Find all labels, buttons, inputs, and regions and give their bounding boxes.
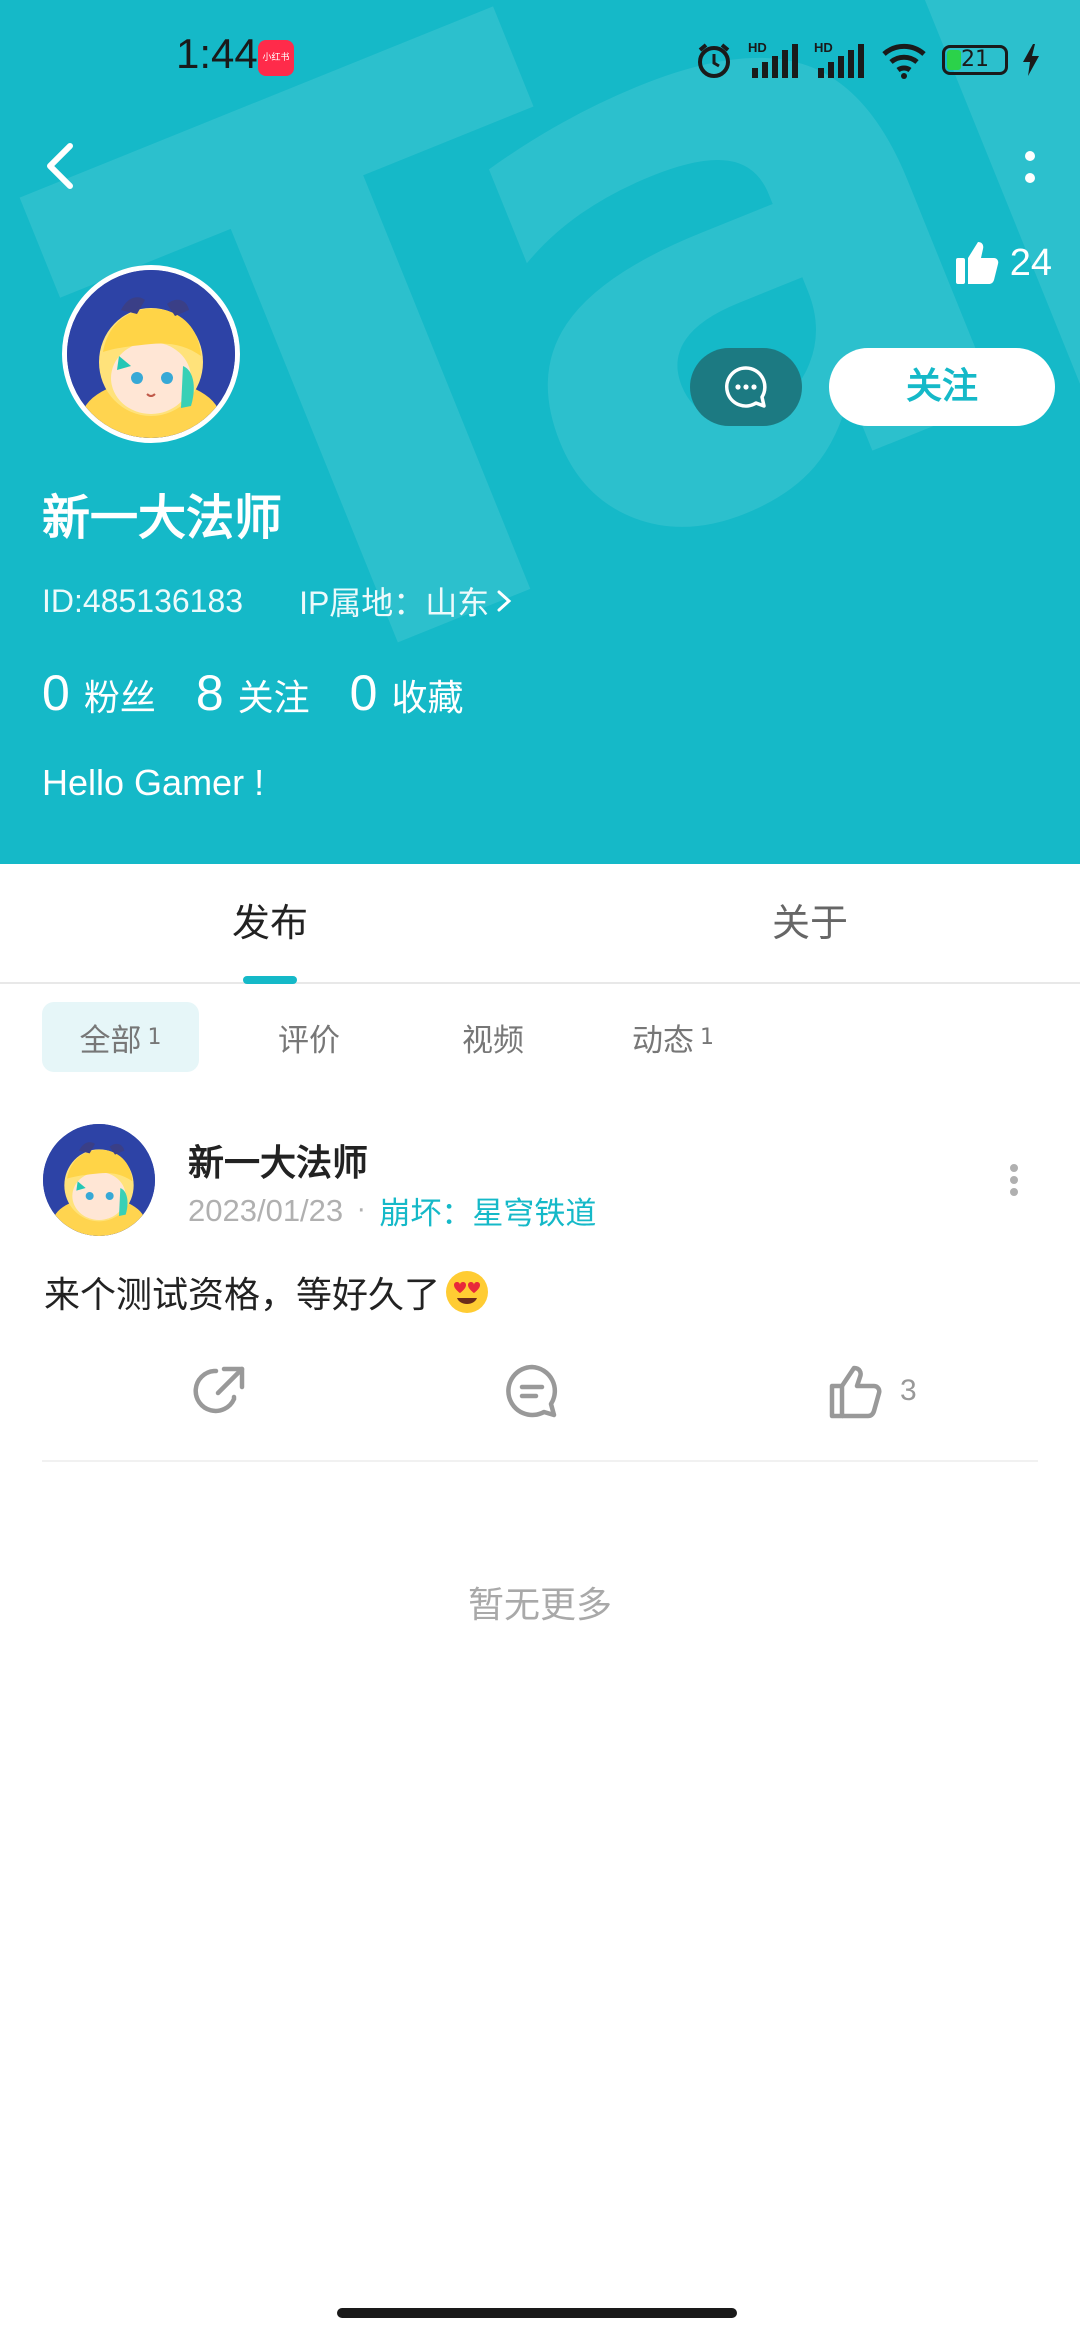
like-count: 3: [900, 1374, 917, 1407]
likes-count: 24: [1009, 241, 1052, 284]
following-count: 8: [195, 665, 224, 721]
profile-stats: 0 粉丝 8 关注 0 收藏: [42, 664, 503, 722]
profile-id-row: ID:485136183 IP属地：山东: [42, 578, 515, 624]
active-tab-indicator: [243, 976, 297, 984]
following-label: 关注: [237, 678, 310, 719]
profile-likes[interactable]: 24: [954, 240, 1052, 286]
filter-dynamic[interactable]: 动态 1: [609, 1002, 737, 1072]
meta-separator: ·: [357, 1195, 366, 1226]
no-more-text: 暂无更多: [467, 1585, 612, 1626]
chevron-left-icon: [47, 143, 73, 189]
notification-app-icon: 小红书: [258, 40, 294, 76]
filter-review-label: 评价: [278, 1022, 340, 1059]
post-divider: [42, 1460, 1038, 1462]
tab-about[interactable]: 关于: [772, 892, 848, 947]
svg-text:HD: HD: [814, 40, 833, 55]
profile-avatar[interactable]: [62, 265, 240, 443]
chat-bubble-icon: [725, 366, 767, 408]
post-author-name[interactable]: 新一大法师: [188, 1134, 368, 1186]
post-body: 来个测试资格，等好久了: [44, 1275, 441, 1316]
signal-icon-2: HD: [814, 40, 864, 78]
back-button[interactable]: [36, 130, 96, 202]
filter-video-label: 视频: [462, 1022, 524, 1059]
filter-video[interactable]: 视频: [429, 1002, 557, 1072]
profile-username: 新一大法师: [42, 490, 283, 546]
fans-label: 粉丝: [83, 678, 156, 719]
chevron-right-icon: [497, 590, 512, 612]
alarm-icon: [698, 43, 730, 78]
filter-dynamic-label: 动态: [632, 1022, 694, 1059]
more-vertical-icon: [1010, 1164, 1018, 1196]
comment-icon: [506, 1364, 558, 1418]
stat-following[interactable]: 8 关注: [196, 664, 310, 722]
favorites-count: 0: [349, 665, 378, 721]
post-text[interactable]: 来个测试资格，等好久了: [44, 1266, 490, 1318]
profile-tabs: 发布 关于: [0, 864, 1080, 984]
battery-icon: 21: [942, 45, 1008, 75]
comment-button[interactable]: [502, 1356, 562, 1426]
filter-review[interactable]: 评价: [245, 1002, 373, 1072]
filter-all-label: 全部: [79, 1022, 142, 1059]
avatar-image: [43, 1124, 155, 1236]
ip-location-link[interactable]: IP属地：山东: [299, 578, 515, 624]
post-more-button[interactable]: [1004, 1160, 1024, 1200]
charging-icon: [1023, 44, 1039, 76]
message-button[interactable]: [690, 348, 802, 426]
tab-publish[interactable]: 发布: [232, 892, 308, 947]
follow-button[interactable]: 关注: [829, 348, 1055, 426]
share-icon: [193, 1366, 245, 1414]
profile-bio: Hello Gamer !: [42, 762, 265, 803]
post-actions: 3: [0, 1356, 1080, 1426]
post-date: 2023/01/23: [188, 1192, 344, 1228]
wifi-icon: [882, 43, 926, 79]
filter-all-count: 1: [147, 1024, 162, 1050]
like-button[interactable]: 3: [828, 1356, 917, 1426]
post-game-link[interactable]: 崩坏：星穹铁道: [379, 1188, 596, 1233]
avatar-image: [67, 270, 235, 438]
content-filters: 全部 1 评价 视频 动态 1: [42, 1002, 737, 1072]
favorites-label: 收藏: [391, 678, 464, 719]
stat-favorites[interactable]: 0 收藏: [350, 664, 464, 722]
status-icons: HD HD 21: [694, 36, 1040, 84]
profile-header: TapTap 1:44 小红书 HD HD 21 24: [0, 0, 1080, 864]
filter-all[interactable]: 全部 1: [42, 1002, 199, 1072]
home-indicator[interactable]: [337, 2308, 737, 2318]
stat-fans[interactable]: 0 粉丝: [42, 664, 156, 722]
signal-icon-1: HD: [748, 40, 798, 78]
fans-count: 0: [42, 665, 70, 721]
thumbs-up-icon: [955, 242, 998, 284]
more-vertical-icon: [1025, 151, 1035, 183]
thumbs-up-icon: [829, 1365, 882, 1419]
svg-text:HD: HD: [748, 40, 767, 55]
share-button[interactable]: [190, 1356, 250, 1426]
post-meta: 2023/01/23 · 崩坏：星穹铁道: [188, 1188, 596, 1233]
status-bar: 1:44 小红书 HD HD 21: [0, 0, 1080, 120]
more-options-button[interactable]: [1010, 140, 1050, 196]
heart-eyes-emoji-icon: [446, 1271, 489, 1313]
ip-location: IP属地：山东: [299, 585, 490, 621]
filter-dynamic-count: 1: [700, 1024, 714, 1050]
user-id: ID:485136183: [42, 582, 244, 619]
post-author-avatar[interactable]: [43, 1124, 155, 1236]
status-time: 1:44: [176, 30, 258, 77]
